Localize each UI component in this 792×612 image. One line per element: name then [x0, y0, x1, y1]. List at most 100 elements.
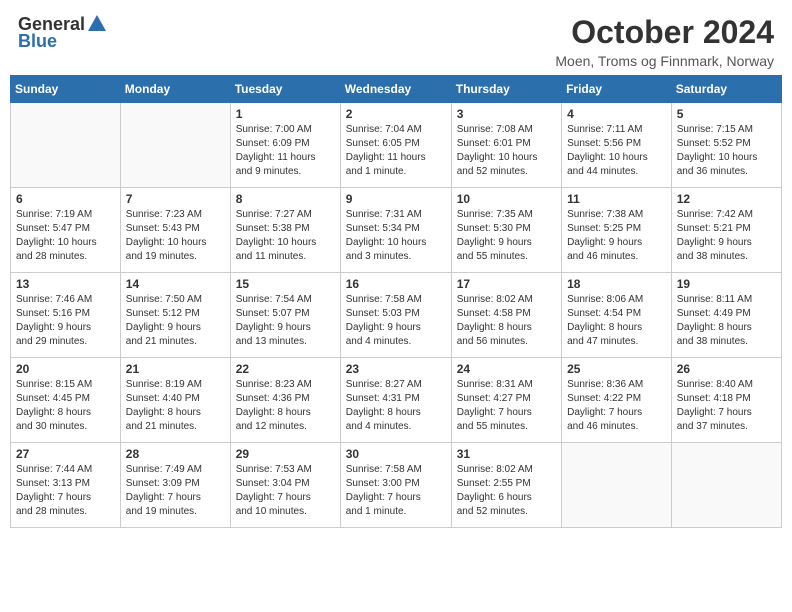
day-info: Sunrise: 8:31 AM Sunset: 4:27 PM Dayligh… — [457, 378, 556, 434]
day-number: 11 — [567, 192, 666, 206]
day-number: 23 — [346, 362, 446, 376]
location-title: Moen, Troms og Finnmark, Norway — [555, 53, 774, 69]
calendar-cell: 28 Sunrise: 7:49 AM Sunset: 3:09 PM Dayli… — [120, 443, 230, 528]
calendar-cell — [562, 443, 672, 528]
header-friday: Friday — [562, 76, 672, 103]
day-info: Sunrise: 7:11 AM Sunset: 5:56 PM Dayligh… — [567, 123, 666, 179]
day-number: 5 — [677, 107, 776, 121]
day-info: Sunrise: 7:08 AM Sunset: 6:01 PM Dayligh… — [457, 123, 556, 179]
day-info: Sunrise: 7:58 AM Sunset: 5:03 PM Dayligh… — [346, 293, 446, 349]
title-section: October 2024 Moen, Troms og Finnmark, No… — [555, 14, 774, 69]
header-tuesday: Tuesday — [230, 76, 340, 103]
day-number: 13 — [16, 277, 115, 291]
day-number: 16 — [346, 277, 446, 291]
day-info: Sunrise: 7:50 AM Sunset: 5:12 PM Dayligh… — [126, 293, 225, 349]
day-number: 22 — [236, 362, 335, 376]
calendar-cell: 15 Sunrise: 7:54 AM Sunset: 5:07 PM Dayli… — [230, 273, 340, 358]
logo-text-blue: Blue — [18, 31, 57, 52]
day-number: 2 — [346, 107, 446, 121]
day-info: Sunrise: 8:06 AM Sunset: 4:54 PM Dayligh… — [567, 293, 666, 349]
day-number: 8 — [236, 192, 335, 206]
logo-icon — [86, 13, 108, 35]
header-monday: Monday — [120, 76, 230, 103]
day-number: 25 — [567, 362, 666, 376]
weekday-header-row: Sunday Monday Tuesday Wednesday Thursday… — [11, 76, 782, 103]
day-number: 12 — [677, 192, 776, 206]
day-info: Sunrise: 8:23 AM Sunset: 4:36 PM Dayligh… — [236, 378, 335, 434]
day-info: Sunrise: 7:53 AM Sunset: 3:04 PM Dayligh… — [236, 463, 335, 519]
day-number: 10 — [457, 192, 556, 206]
day-number: 28 — [126, 447, 225, 461]
day-info: Sunrise: 7:31 AM Sunset: 5:34 PM Dayligh… — [346, 208, 446, 264]
day-info: Sunrise: 8:40 AM Sunset: 4:18 PM Dayligh… — [677, 378, 776, 434]
header-sunday: Sunday — [11, 76, 121, 103]
day-info: Sunrise: 8:19 AM Sunset: 4:40 PM Dayligh… — [126, 378, 225, 434]
day-info: Sunrise: 7:38 AM Sunset: 5:25 PM Dayligh… — [567, 208, 666, 264]
page-header: General Blue October 2024 Moen, Troms og… — [0, 0, 792, 75]
calendar-cell: 10 Sunrise: 7:35 AM Sunset: 5:30 PM Dayli… — [451, 188, 561, 273]
day-info: Sunrise: 7:00 AM Sunset: 6:09 PM Dayligh… — [236, 123, 335, 179]
day-number: 27 — [16, 447, 115, 461]
day-number: 4 — [567, 107, 666, 121]
day-info: Sunrise: 7:44 AM Sunset: 3:13 PM Dayligh… — [16, 463, 115, 519]
week-row-4: 20Sunrise: 8:15 AM Sunset: 4:45 PM Dayli… — [11, 358, 782, 443]
calendar-cell: 20Sunrise: 8:15 AM Sunset: 4:45 PM Dayli… — [11, 358, 121, 443]
week-row-3: 13 Sunrise: 7:46 AM Sunset: 5:16 PM Dayli… — [11, 273, 782, 358]
week-row-5: 27 Sunrise: 7:44 AM Sunset: 3:13 PM Dayli… — [11, 443, 782, 528]
header-wednesday: Wednesday — [340, 76, 451, 103]
day-number: 24 — [457, 362, 556, 376]
calendar-cell: 19Sunrise: 8:11 AM Sunset: 4:49 PM Dayli… — [671, 273, 781, 358]
day-number: 19 — [677, 277, 776, 291]
calendar-cell: 11 Sunrise: 7:38 AM Sunset: 5:25 PM Dayli… — [562, 188, 672, 273]
calendar-cell: 16 Sunrise: 7:58 AM Sunset: 5:03 PM Dayli… — [340, 273, 451, 358]
logo: General Blue — [18, 14, 108, 52]
calendar-cell: 21 Sunrise: 8:19 AM Sunset: 4:40 PM Dayli… — [120, 358, 230, 443]
calendar-cell: 13 Sunrise: 7:46 AM Sunset: 5:16 PM Dayli… — [11, 273, 121, 358]
day-info: Sunrise: 8:02 AM Sunset: 2:55 PM Dayligh… — [457, 463, 556, 519]
calendar-cell: 3Sunrise: 7:08 AM Sunset: 6:01 PM Daylig… — [451, 103, 561, 188]
day-number: 18 — [567, 277, 666, 291]
calendar-cell: 4 Sunrise: 7:11 AM Sunset: 5:56 PM Daylig… — [562, 103, 672, 188]
calendar-cell: 7 Sunrise: 7:23 AM Sunset: 5:43 PM Daylig… — [120, 188, 230, 273]
day-number: 17 — [457, 277, 556, 291]
day-info: Sunrise: 7:35 AM Sunset: 5:30 PM Dayligh… — [457, 208, 556, 264]
calendar-cell: 6 Sunrise: 7:19 AM Sunset: 5:47 PM Daylig… — [11, 188, 121, 273]
calendar-cell: 18 Sunrise: 8:06 AM Sunset: 4:54 PM Dayli… — [562, 273, 672, 358]
calendar-cell: 5Sunrise: 7:15 AM Sunset: 5:52 PM Daylig… — [671, 103, 781, 188]
calendar-cell: 1 Sunrise: 7:00 AM Sunset: 6:09 PM Daylig… — [230, 103, 340, 188]
day-number: 14 — [126, 277, 225, 291]
day-number: 1 — [236, 107, 335, 121]
calendar-cell: 8Sunrise: 7:27 AM Sunset: 5:38 PM Daylig… — [230, 188, 340, 273]
calendar-cell: 26Sunrise: 8:40 AM Sunset: 4:18 PM Dayli… — [671, 358, 781, 443]
day-info: Sunrise: 8:02 AM Sunset: 4:58 PM Dayligh… — [457, 293, 556, 349]
day-number: 31 — [457, 447, 556, 461]
day-number: 30 — [346, 447, 446, 461]
day-number: 20 — [16, 362, 115, 376]
day-number: 6 — [16, 192, 115, 206]
day-info: Sunrise: 7:46 AM Sunset: 5:16 PM Dayligh… — [16, 293, 115, 349]
day-number: 7 — [126, 192, 225, 206]
day-info: Sunrise: 7:23 AM Sunset: 5:43 PM Dayligh… — [126, 208, 225, 264]
day-info: Sunrise: 7:19 AM Sunset: 5:47 PM Dayligh… — [16, 208, 115, 264]
day-info: Sunrise: 7:49 AM Sunset: 3:09 PM Dayligh… — [126, 463, 225, 519]
calendar-cell: 12Sunrise: 7:42 AM Sunset: 5:21 PM Dayli… — [671, 188, 781, 273]
day-info: Sunrise: 8:36 AM Sunset: 4:22 PM Dayligh… — [567, 378, 666, 434]
calendar-cell: 9Sunrise: 7:31 AM Sunset: 5:34 PM Daylig… — [340, 188, 451, 273]
calendar-cell: 25 Sunrise: 8:36 AM Sunset: 4:22 PM Dayli… — [562, 358, 672, 443]
calendar-cell: 29Sunrise: 7:53 AM Sunset: 3:04 PM Dayli… — [230, 443, 340, 528]
calendar-cell: 24 Sunrise: 8:31 AM Sunset: 4:27 PM Dayli… — [451, 358, 561, 443]
week-row-1: 1 Sunrise: 7:00 AM Sunset: 6:09 PM Daylig… — [11, 103, 782, 188]
header-saturday: Saturday — [671, 76, 781, 103]
calendar-cell: 23Sunrise: 8:27 AM Sunset: 4:31 PM Dayli… — [340, 358, 451, 443]
calendar-cell: 27 Sunrise: 7:44 AM Sunset: 3:13 PM Dayli… — [11, 443, 121, 528]
calendar-cell: 31 Sunrise: 8:02 AM Sunset: 2:55 PM Dayli… — [451, 443, 561, 528]
header-thursday: Thursday — [451, 76, 561, 103]
day-number: 21 — [126, 362, 225, 376]
calendar-cell — [671, 443, 781, 528]
day-info: Sunrise: 7:58 AM Sunset: 3:00 PM Dayligh… — [346, 463, 446, 519]
day-number: 15 — [236, 277, 335, 291]
calendar-cell: 22 Sunrise: 8:23 AM Sunset: 4:36 PM Dayli… — [230, 358, 340, 443]
calendar-wrapper: Sunday Monday Tuesday Wednesday Thursday… — [0, 75, 792, 538]
day-info: Sunrise: 7:04 AM Sunset: 6:05 PM Dayligh… — [346, 123, 446, 179]
day-info: Sunrise: 7:54 AM Sunset: 5:07 PM Dayligh… — [236, 293, 335, 349]
